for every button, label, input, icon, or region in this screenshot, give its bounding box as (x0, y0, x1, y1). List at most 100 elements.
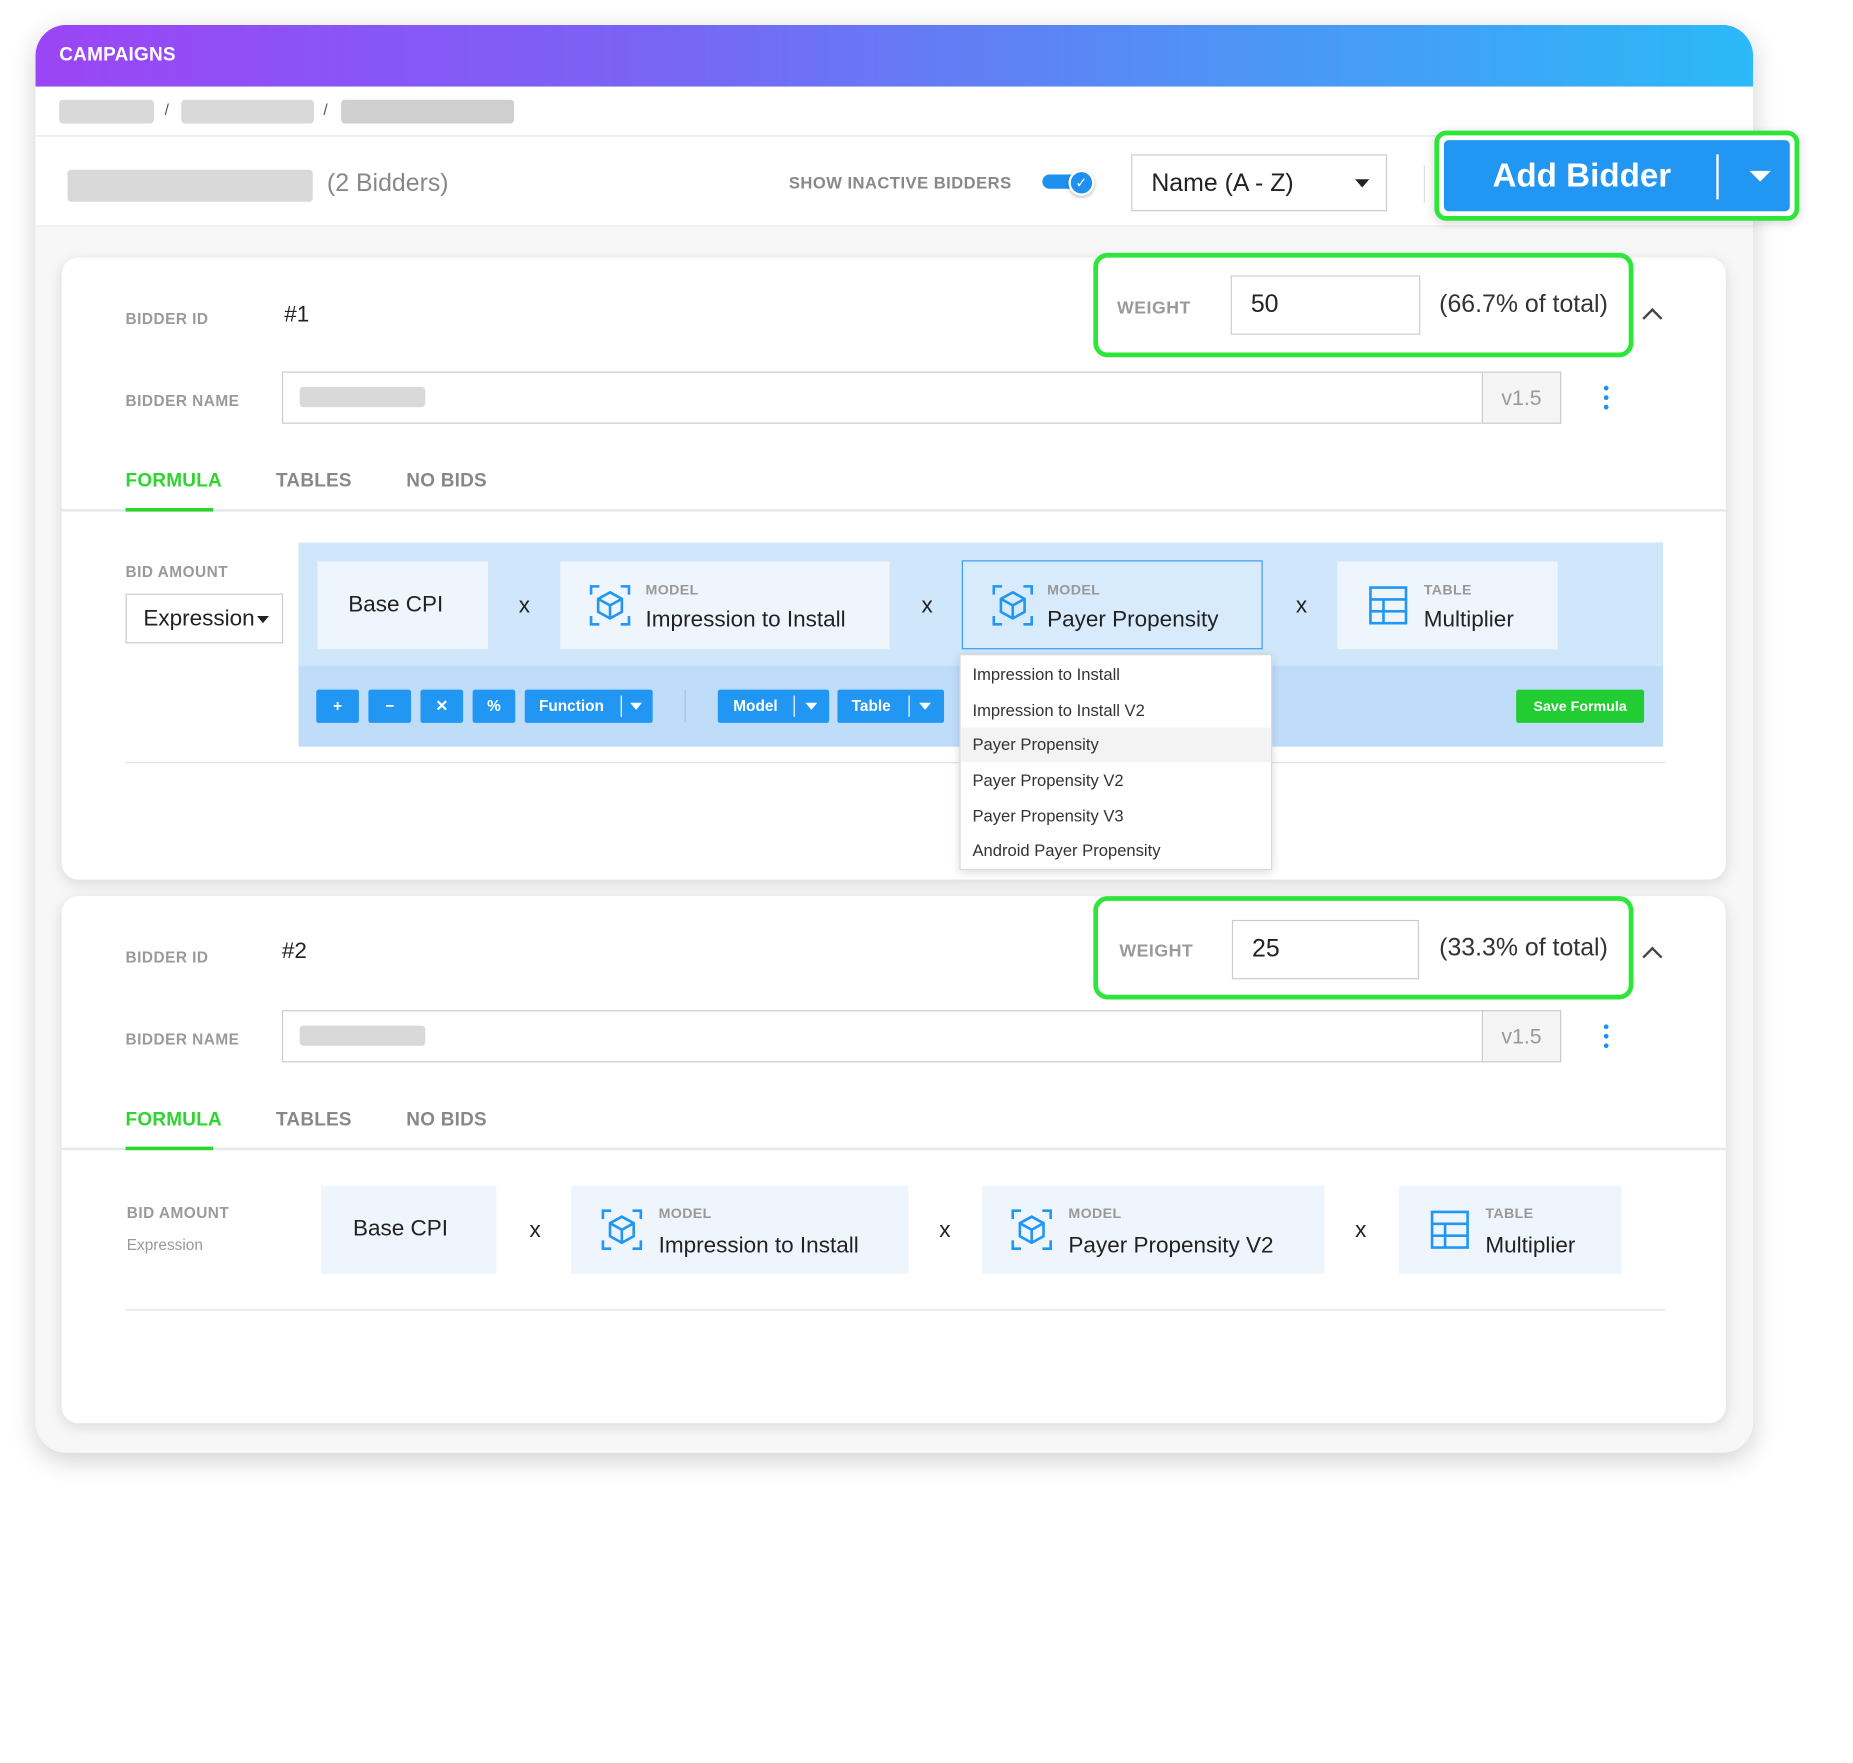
table-name: Multiplier (1423, 607, 1514, 633)
formula-chip-table: TABLE Multiplier (1398, 1185, 1622, 1274)
chevron-up-icon[interactable] (1642, 946, 1663, 967)
version-badge: v1.5 (1481, 1010, 1562, 1063)
add-bidder-button[interactable]: Add Bidder (1443, 140, 1790, 212)
divider (1423, 164, 1425, 203)
bid-amount-type-select[interactable]: Expression (125, 593, 284, 644)
model-button-label: Model (733, 696, 778, 715)
tab-tables[interactable]: TABLES (276, 1110, 352, 1131)
cube-icon (589, 585, 631, 626)
app-title[interactable]: CAMPAIGNS (59, 45, 176, 66)
bidder-name-input[interactable] (281, 1010, 1562, 1063)
base-cpi-label: Base CPI (352, 1216, 449, 1242)
model-name: Impression to Install (658, 1233, 859, 1259)
multiply-operator: x (921, 593, 933, 619)
model-label: MODEL (1068, 1204, 1122, 1222)
divider (125, 1309, 1666, 1311)
multiply-operator: x (518, 593, 531, 619)
formula-chip-model-2[interactable]: MODEL Payer Propensity (961, 560, 1263, 650)
caret-down-icon[interactable] (919, 702, 932, 710)
table-label: TABLE (1485, 1204, 1534, 1222)
chevron-up-icon[interactable] (1642, 308, 1663, 329)
table-name: Multiplier (1485, 1233, 1576, 1259)
bidder-card-2: BIDDER ID #2 WEIGHT 25 (33.3% of total) … (61, 896, 1726, 1424)
weight-percent: (33.3% of total) (1439, 934, 1608, 962)
kebab-menu-icon[interactable] (1603, 385, 1609, 410)
model-label: MODEL (645, 581, 699, 599)
formula-chip-table[interactable]: TABLE Multiplier (1337, 561, 1558, 650)
model-label: MODEL (1047, 581, 1101, 599)
dropdown-item[interactable]: Android Payer Propensity (961, 833, 1271, 867)
top-bar: CAMPAIGNS (35, 24, 1754, 87)
table-icon (1430, 1210, 1469, 1249)
tab-formula[interactable]: FORMULA (126, 471, 222, 492)
bidder-name-redacted (299, 386, 426, 408)
breadcrumb-item-redacted[interactable] (181, 99, 314, 124)
dropdown-item[interactable]: Payer Propensity V2 (961, 763, 1271, 797)
function-label: Function (538, 696, 604, 715)
bidder-name-label: BIDDER NAME (125, 1030, 240, 1049)
version-badge: v1.5 (1481, 371, 1562, 424)
weight-input[interactable]: 50 (1230, 275, 1421, 335)
cube-icon (1011, 1209, 1052, 1251)
kebab-menu-icon[interactable] (1603, 1024, 1609, 1049)
bidder-id-value: #1 (284, 302, 310, 328)
model-name: Payer Propensity V2 (1068, 1233, 1274, 1259)
bidder-id-label: BIDDER ID (125, 309, 209, 328)
tab-formula[interactable]: FORMULA (126, 1110, 222, 1131)
bidder-id-label: BIDDER ID (125, 948, 209, 967)
bid-amount-type: Expression (126, 1235, 203, 1254)
tab-no-bids[interactable]: NO BIDS (406, 1110, 487, 1131)
add-bidder-dropdown-icon[interactable] (1749, 170, 1771, 182)
weight-highlight: WEIGHT 50 (66.7% of total) (1093, 252, 1634, 358)
breadcrumb-separator: / (164, 100, 169, 119)
show-inactive-toggle[interactable]: ✓ (1042, 169, 1095, 196)
multiply-operator: x (529, 1217, 541, 1243)
caret-down-icon[interactable] (630, 702, 642, 710)
multiply-button[interactable]: ✕ (420, 689, 464, 723)
model-name: Impression to Install (645, 607, 846, 633)
campaign-name-redacted (67, 169, 313, 202)
weight-label: WEIGHT (1116, 297, 1191, 319)
caret-down-icon[interactable] (805, 702, 818, 710)
formula-chip-base[interactable]: Base CPI (317, 561, 489, 650)
sort-select[interactable]: Name (A - Z) (1131, 154, 1388, 212)
cube-icon (992, 585, 1034, 626)
dropdown-item[interactable]: Impression to Install (961, 658, 1271, 692)
dropdown-item-highlighted[interactable]: Payer Propensity (960, 727, 1271, 763)
bid-amount-label: BID AMOUNT (125, 562, 229, 581)
bidder-name-redacted (299, 1025, 426, 1046)
save-formula-button[interactable]: Save Formula (1516, 689, 1645, 723)
bid-amount-label: BID AMOUNT (126, 1203, 230, 1222)
dropdown-item[interactable]: Impression to Install V2 (961, 693, 1271, 727)
model-name: Payer Propensity (1047, 607, 1219, 633)
active-tab-indicator (125, 1146, 214, 1151)
formula-chip-model-1[interactable]: MODEL Impression to Install (560, 561, 890, 650)
bidder-name-input[interactable] (281, 371, 1562, 424)
model-button[interactable]: Model (717, 689, 830, 723)
base-cpi-label: Base CPI (348, 592, 444, 618)
bidder-id-value: #2 (281, 938, 307, 964)
weight-input[interactable]: 25 (1231, 919, 1420, 980)
dropdown-item[interactable]: Payer Propensity V3 (961, 799, 1271, 833)
tab-tables[interactable]: TABLES (276, 471, 352, 492)
minus-button[interactable]: − (368, 689, 412, 723)
percent-button[interactable]: % (472, 689, 516, 723)
weight-highlight: WEIGHT 25 (33.3% of total) (1093, 896, 1634, 1000)
multiply-operator: x (1295, 593, 1308, 619)
formula-chip-model-2: MODEL Payer Propensity V2 (981, 1185, 1325, 1274)
multiply-operator: x (939, 1217, 951, 1243)
breadcrumb-separator: / (323, 100, 328, 119)
caret-down-icon (257, 616, 269, 624)
tab-no-bids[interactable]: NO BIDS (406, 471, 487, 492)
divider (125, 762, 1666, 764)
model-dropdown: Impression to Install Impression to Inst… (959, 654, 1273, 871)
plus-button[interactable]: + (316, 689, 359, 723)
function-button[interactable]: Function (524, 689, 653, 723)
active-tab-indicator (125, 508, 214, 512)
bidders-count: (2 Bidders) (326, 169, 449, 198)
table-button[interactable]: Table (837, 689, 945, 723)
add-bidder-label: Add Bidder (1492, 156, 1672, 194)
caret-down-icon (1355, 179, 1370, 188)
toolbar-divider (684, 689, 686, 723)
breadcrumb-item-redacted[interactable] (59, 99, 154, 124)
